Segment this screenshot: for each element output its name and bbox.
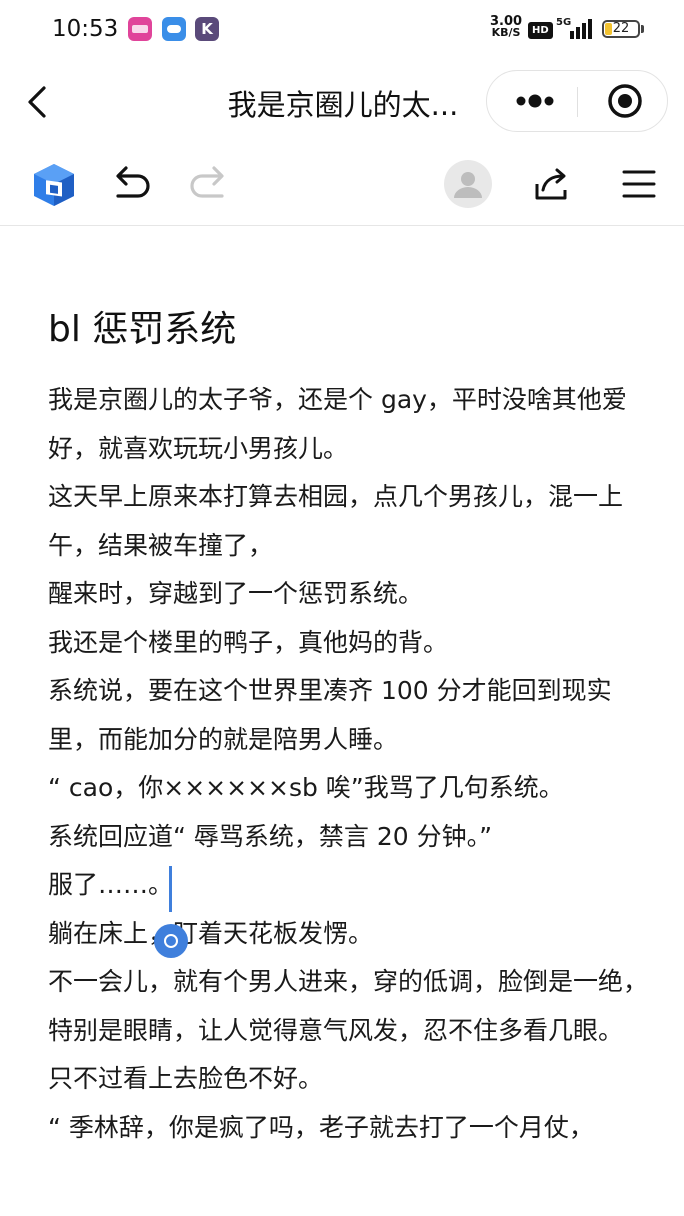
article-paragraph: 醒来时，穿越到了一个惩罚系统。 bbox=[48, 579, 424, 608]
article-paragraph: “ cao，你××××××sb 唉”我骂了几句系统。 bbox=[48, 773, 564, 802]
mini-program-capsule bbox=[486, 70, 668, 132]
page-title: 我是京圈儿的太... bbox=[227, 88, 459, 122]
article-paragraph: 不一会儿，就有个男人进来，穿的低调，脸倒是一绝，特别是眼睛，让人觉得意气风发，忍… bbox=[48, 967, 649, 1045]
menu-button[interactable] bbox=[614, 160, 662, 208]
text-cursor bbox=[169, 866, 172, 912]
article-paragraph: “ 季林辞，你是疯了吗，老子就去打了一个月仗， bbox=[48, 1112, 594, 1142]
user-avatar-icon bbox=[454, 172, 482, 198]
article-paragraph: 我是京圈儿的太子爷，还是个 gay，平时没啥其他爱好，就喜欢玩玩小男孩儿。 bbox=[48, 385, 627, 463]
notification-app-icon bbox=[128, 17, 152, 41]
redo-button[interactable] bbox=[184, 160, 232, 208]
status-time: 10:53 bbox=[52, 16, 119, 42]
app-logo-icon bbox=[34, 164, 74, 206]
title-bar: 我是京圈儿的太... bbox=[0, 62, 684, 142]
more-button[interactable] bbox=[497, 71, 575, 131]
k-app-icon: K bbox=[195, 17, 219, 41]
article-paragraph: 这天早上原来本打算去相园，点几个男孩儿，混一上午，结果被车撞了， bbox=[48, 482, 624, 560]
user-avatar[interactable] bbox=[444, 160, 492, 208]
network-speed: 3.00 KB/S bbox=[490, 14, 523, 39]
close-button[interactable] bbox=[587, 71, 663, 131]
editor-toolbar bbox=[0, 142, 684, 226]
undo-icon bbox=[116, 166, 150, 198]
share-icon bbox=[535, 168, 567, 200]
redo-icon bbox=[190, 166, 224, 198]
article-title: bl 惩罚系统 bbox=[48, 309, 237, 350]
undo-button[interactable] bbox=[108, 160, 156, 208]
article-paragraph: 系统回应道“ 辱骂系统，禁言 20 分钟。” bbox=[48, 821, 493, 851]
hamburger-menu-icon bbox=[622, 170, 656, 198]
status-bar: 10:53 K 3.00 KB/S HD 5G 22 bbox=[0, 0, 684, 62]
back-button[interactable] bbox=[22, 82, 58, 122]
article-paragraph: 我还是个楼里的鸭子，真他妈的背。 bbox=[48, 627, 449, 657]
hd-badge: HD bbox=[528, 22, 553, 39]
signal-icon: 5G bbox=[556, 17, 596, 41]
app-logo[interactable] bbox=[30, 160, 78, 208]
share-button[interactable] bbox=[527, 160, 575, 208]
chevron-left-icon bbox=[28, 86, 46, 118]
target-close-icon bbox=[608, 84, 642, 118]
more-dots-icon bbox=[516, 94, 554, 108]
cursor-drag-handle[interactable] bbox=[154, 924, 188, 958]
article-content[interactable]: bl 惩罚系统 我是京圈儿的太子爷，还是个 gay，平时没啥其他爱好，就喜欢玩玩… bbox=[48, 226, 648, 1152]
article-paragraph: 服了……。 bbox=[48, 870, 174, 899]
article-paragraph: 系统说，要在这个世界里凑齐 100 分才能回到现实里，而能加分的就是陪男人睡。 bbox=[48, 676, 612, 754]
battery-icon: 22 bbox=[602, 20, 640, 38]
article-paragraph: 躺在床上，盯着天花板发愣。 bbox=[48, 918, 374, 948]
article-paragraph: 只不过看上去脸色不好。 bbox=[48, 1064, 324, 1093]
weather-app-icon bbox=[162, 17, 186, 41]
